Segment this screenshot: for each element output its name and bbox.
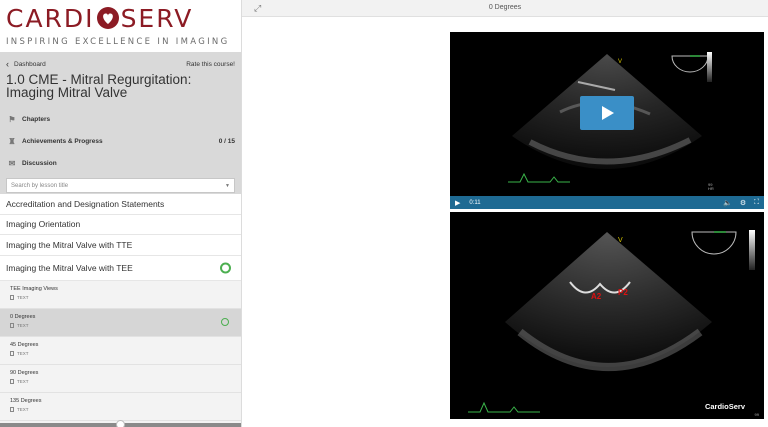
top-bar: ⤢ 0 Degrees: [242, 0, 768, 17]
lesson-list: Accreditation and Designation Statements…: [0, 194, 241, 281]
sublesson-label: 45 Degrees: [10, 341, 39, 348]
sublesson-type-label: TEXT: [17, 350, 29, 356]
dashboard-row: ‹ Dashboard Rate this course!: [6, 52, 235, 72]
complete-circle-icon: [220, 262, 231, 273]
trophy-icon: ♜: [8, 136, 16, 146]
document-icon: [10, 406, 14, 412]
orientation-gauge-icon: [671, 55, 709, 73]
play-button[interactable]: [580, 96, 634, 130]
gray-scale-bar: [707, 52, 712, 82]
course-header: ‹ Dashboard Rate this course! 1.0 CME - …: [0, 52, 241, 194]
lesson-label: Imaging Orientation: [6, 219, 81, 230]
sublesson-type-label: TEXT: [17, 378, 29, 384]
dashboard-label: Dashboard: [14, 60, 46, 68]
label-a2: A2: [591, 292, 602, 301]
cardioserv-watermark: CardioServ: [704, 402, 745, 411]
sidebar: CARDI SERV INSPIRING EXCELLENCE IN IMAGI…: [0, 0, 242, 427]
cardioserv-logo[interactable]: CARDI SERV: [6, 3, 235, 33]
logo-area: CARDI SERV INSPIRING EXCELLENCE IN IMAGI…: [0, 0, 241, 52]
video-time: 0:11: [469, 199, 481, 206]
document-icon: [10, 378, 14, 384]
search-placeholder: Search by lesson title: [11, 182, 69, 189]
chat-bubble-icon: ✉: [8, 158, 16, 168]
label-p2: P2: [618, 288, 628, 297]
lesson-label: Imaging the Mitral Valve with TTE: [6, 239, 133, 250]
sublesson-item[interactable]: 135 Degrees TEXT: [0, 393, 241, 421]
achievements-count: 0 / 15: [218, 137, 235, 145]
sublesson-item[interactable]: 90 Degrees TEXT: [0, 365, 241, 393]
video-num2: HR: [708, 186, 714, 191]
fullscreen-icon[interactable]: ⛶: [754, 199, 759, 207]
heart-logo-icon: [96, 7, 119, 29]
sublesson-type: TEXT: [10, 322, 241, 328]
rate-course-link[interactable]: Rate this course!: [186, 61, 235, 68]
lesson-item[interactable]: Accreditation and Designation Statements: [0, 194, 241, 215]
sublesson-item[interactable]: 45 Degrees TEXT: [0, 337, 241, 365]
lesson-item[interactable]: Imaging the Mitral Valve with TEE: [0, 256, 241, 281]
video-player[interactable]: V 99 HR ▶ 0:11 🔈 ⚙ ⛶: [450, 32, 764, 209]
nav-achievements[interactable]: ♜ Achievements & Progress 0 / 15: [6, 130, 235, 152]
lesson-title: 0 Degrees: [488, 4, 522, 11]
document-icon: [10, 294, 14, 300]
settings-gear-icon[interactable]: ⚙: [740, 199, 746, 207]
sublesson-label: 0 Degrees: [10, 313, 36, 320]
sublesson-type: TEXT: [10, 294, 241, 300]
sublesson-label: 135 Degrees: [10, 397, 42, 404]
chevron-left-icon: ‹: [6, 59, 9, 69]
sublesson-type: TEXT: [10, 350, 241, 356]
lesson-search-input[interactable]: Search by lesson title ▼: [6, 178, 235, 193]
sublesson-label: 90 Degrees: [10, 369, 39, 376]
logo-tagline: INSPIRING EXCELLENCE IN IMAGING: [6, 37, 230, 47]
image-corner-num: 99: [754, 412, 759, 417]
course-title: 1.0 CME - Mitral Regurgitation: Imaging …: [6, 72, 192, 100]
sublesson-type: TEXT: [10, 378, 241, 384]
sidebar-toggle-handle[interactable]: [116, 420, 125, 427]
logo-text-left: CARDI: [6, 3, 95, 33]
svg-text:V: V: [618, 59, 622, 65]
echo-image: V A2 P2 CardioServ 99: [450, 212, 764, 419]
chevron-down-icon: ▼: [225, 182, 230, 189]
bookmark-icon: ⚑: [8, 114, 16, 124]
orientation-gauge-icon: [691, 231, 737, 255]
lesson-item[interactable]: Imaging the Mitral Valve with TTE: [0, 235, 241, 256]
document-icon: [10, 322, 14, 328]
sublesson-type-label: TEXT: [17, 406, 29, 412]
gray-scale-bar: [749, 230, 755, 270]
play-icon: [602, 106, 614, 120]
lesson-label: Accreditation and Designation Statements: [6, 198, 165, 209]
sublesson-label: TEE Imaging Views: [10, 285, 58, 292]
sublesson-item[interactable]: TEE Imaging Views TEXT: [0, 281, 241, 309]
nav-achievements-label: Achievements & Progress: [22, 137, 103, 145]
sublesson-item-active[interactable]: 0 Degrees TEXT: [0, 308, 241, 337]
video-corner-label: 99 HR: [708, 183, 714, 191]
nav-discussion-label: Discussion: [22, 159, 57, 167]
lesson-item[interactable]: Imaging Orientation: [0, 215, 241, 235]
dashboard-link[interactable]: ‹ Dashboard: [6, 59, 46, 69]
svg-text:V: V: [618, 237, 623, 244]
nav-chapters[interactable]: ⚑ Chapters: [6, 108, 235, 130]
sublesson-type-label: TEXT: [17, 294, 29, 300]
nav-chapters-label: Chapters: [22, 115, 51, 123]
video-control-bar: ▶ 0:11 🔈 ⚙ ⛶: [450, 196, 764, 209]
sublesson-list: TEE Imaging Views TEXT 0 Degrees TEXT 45…: [0, 280, 241, 421]
document-icon: [10, 350, 14, 356]
sublesson-type: TEXT: [10, 406, 241, 412]
volume-icon[interactable]: 🔈: [723, 199, 732, 207]
complete-circle-icon: [221, 318, 229, 326]
nav-discussion[interactable]: ✉ Discussion: [6, 152, 235, 174]
lesson-label: Imaging the Mitral Valve with TEE: [6, 262, 133, 273]
logo-text-right: SERV: [120, 3, 194, 33]
play-small-icon[interactable]: ▶: [455, 199, 460, 207]
sublesson-type-label: TEXT: [17, 322, 29, 328]
